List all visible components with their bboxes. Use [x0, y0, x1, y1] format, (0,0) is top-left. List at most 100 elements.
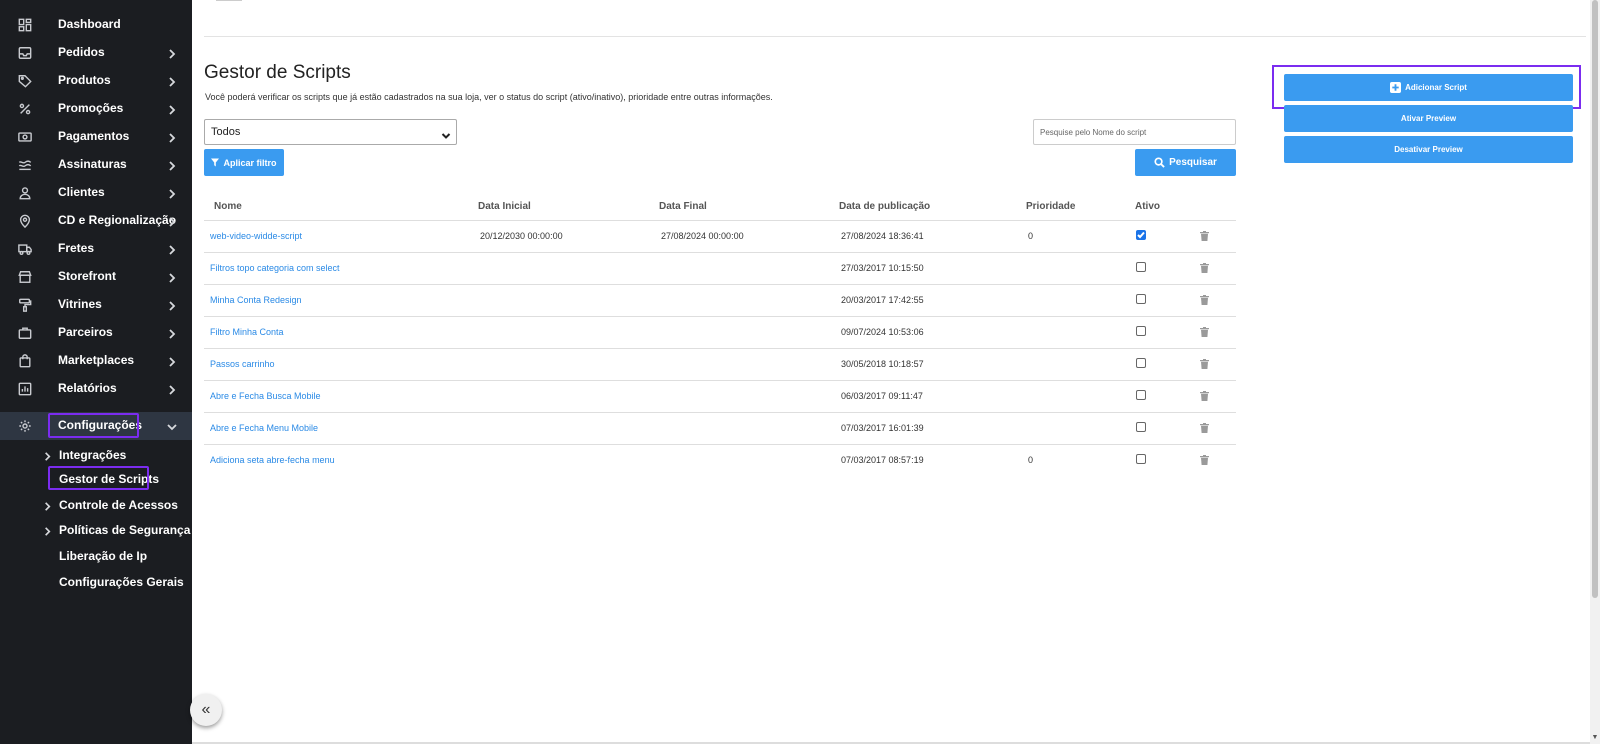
sidebar-item-label: Storefront	[58, 269, 116, 283]
store-icon	[17, 269, 33, 285]
row-divider	[204, 348, 1236, 349]
subscription-icon	[17, 157, 33, 173]
trash-icon[interactable]	[1200, 356, 1209, 369]
sidebar-item-storefront[interactable]: Storefront	[0, 263, 192, 291]
trash-icon[interactable]	[1200, 260, 1209, 273]
sidebar-item-pedidos[interactable]: Pedidos	[0, 39, 192, 67]
sidebar-subitem-politicas-de-seguranca[interactable]: Políticas de Segurança	[0, 519, 192, 541]
sidebar-item-marketplaces[interactable]: Marketplaces	[0, 347, 192, 375]
script-name-link[interactable]: Passos carrinho	[210, 359, 275, 369]
chevron-right-icon	[166, 327, 178, 339]
collapse-sidebar-button[interactable]: «	[190, 694, 222, 726]
active-checkbox[interactable]	[1136, 358, 1146, 368]
published-date: 09/07/2024 10:53:06	[841, 327, 924, 337]
active-checkbox[interactable]	[1136, 422, 1146, 432]
column-header-data-inicial[interactable]: Data Inicial	[478, 201, 531, 212]
script-name-link[interactable]: Abre e Fecha Menu Mobile	[210, 423, 318, 433]
active-checkbox[interactable]	[1136, 230, 1146, 240]
script-name-link[interactable]: Adiciona seta abre-fecha menu	[210, 455, 335, 465]
sidebar-item-clientes[interactable]: Clientes	[0, 179, 192, 207]
sidebar-subitem-liberacao-de-ip[interactable]: Liberação de Ip	[0, 545, 192, 567]
sidebar-subitem-gestor-de-scripts[interactable]: Gestor de Scripts	[0, 468, 192, 490]
published-date: 27/08/2024 18:36:41	[841, 231, 924, 241]
sidebar-item-label: Relatórios	[58, 381, 117, 395]
active-checkbox[interactable]	[1136, 454, 1146, 464]
row-divider	[204, 444, 1236, 445]
column-header-data-publicacao[interactable]: Data de publicação	[839, 201, 930, 212]
sidebar-item-label: Produtos	[58, 73, 111, 87]
chevron-right-icon	[166, 271, 178, 283]
chevron-right-icon	[166, 187, 178, 199]
sidebar-item-vitrines[interactable]: Vitrines	[0, 291, 192, 319]
search-button[interactable]: Pesquisar	[1135, 149, 1236, 176]
column-header-nome[interactable]: Nome	[214, 201, 242, 212]
inbox-icon	[17, 45, 33, 61]
active-checkbox[interactable]	[1136, 262, 1146, 272]
published-date: 06/03/2017 09:11:47	[841, 391, 923, 401]
sidebar-item-produtos[interactable]: Produtos	[0, 67, 192, 95]
search-input[interactable]	[1033, 119, 1236, 145]
status-filter-select[interactable]: Todos	[204, 119, 457, 145]
trash-icon[interactable]	[1200, 452, 1209, 465]
sidebar-item-configuracoes[interactable]: Configurações	[0, 412, 192, 440]
chevron-right-icon	[166, 243, 178, 255]
trash-icon[interactable]	[1200, 324, 1209, 337]
active-checkbox[interactable]	[1136, 326, 1146, 336]
gear-icon	[17, 418, 33, 434]
active-checkbox[interactable]	[1136, 294, 1146, 304]
chevron-right-icon	[166, 159, 178, 171]
sidebar-item-relatorios[interactable]: Relatórios	[0, 375, 192, 403]
chevron-right-icon	[42, 499, 53, 511]
sidebar-subitem-integracoes[interactable]: Integrações	[0, 444, 192, 466]
published-date: 27/03/2017 10:15:50	[841, 263, 924, 273]
sidebar-subitem-controle-de-acessos[interactable]: Controle de Acessos	[0, 494, 192, 516]
published-date: 07/03/2017 16:01:39	[841, 423, 924, 433]
trash-icon[interactable]	[1200, 228, 1209, 241]
deactivate-preview-button[interactable]: Desativar Preview	[1284, 136, 1573, 163]
scroll-down-arrow-icon[interactable]: ▼	[1591, 734, 1599, 742]
search-field[interactable]	[1034, 120, 1235, 144]
trash-icon[interactable]	[1200, 292, 1209, 305]
script-name-link[interactable]: web-video-widde-script	[210, 231, 302, 241]
activate-preview-button[interactable]: Ativar Preview	[1284, 105, 1573, 132]
active-checkbox[interactable]	[1136, 390, 1146, 400]
script-name-link[interactable]: Abre e Fecha Busca Mobile	[210, 391, 321, 401]
sidebar-item-assinaturas[interactable]: Assinaturas	[0, 151, 192, 179]
column-header-ativo[interactable]: Ativo	[1135, 201, 1160, 212]
chevron-right-icon	[166, 299, 178, 311]
sidebar-item-label: Clientes	[58, 185, 105, 199]
double-chevron-left-icon: «	[201, 701, 211, 718]
sidebar-item-cd-regionalizacao[interactable]: CD e Regionalização	[0, 207, 192, 235]
sidebar-item-label: Marketplaces	[58, 353, 135, 367]
sidebar-item-label: Dashboard	[58, 17, 121, 31]
sidebar-item-promocoes[interactable]: Promoções	[0, 95, 192, 123]
paint-roller-icon	[17, 297, 33, 313]
percent-icon	[17, 101, 33, 117]
column-header-prioridade[interactable]: Prioridade	[1026, 201, 1075, 212]
sidebar-subitem-configuracoes-gerais[interactable]: Configurações Gerais	[0, 571, 192, 593]
report-icon	[17, 381, 33, 397]
script-name-link[interactable]: Filtro Minha Conta	[210, 327, 284, 337]
apply-filter-button[interactable]: Aplicar filtro	[204, 149, 284, 176]
sidebar-item-label: Fretes	[58, 241, 95, 255]
published-date: 30/05/2018 10:18:57	[841, 359, 924, 369]
sidebar-item-dashboard[interactable]: Dashboard	[0, 11, 192, 39]
row-divider	[204, 252, 1236, 253]
column-header-data-final[interactable]: Data Final	[659, 201, 707, 212]
sidebar-item-parceiros[interactable]: Parceiros	[0, 319, 192, 347]
script-name-link[interactable]: Filtros topo categoria com select	[210, 263, 340, 273]
search-icon	[1154, 157, 1165, 168]
trash-icon[interactable]	[1200, 388, 1209, 401]
trash-icon[interactable]	[1200, 420, 1209, 433]
sidebar-item-fretes[interactable]: Fretes	[0, 235, 192, 263]
scrollbar-thumb[interactable]	[1592, 0, 1598, 598]
chevron-right-icon	[166, 131, 178, 143]
published-date: 07/03/2017 08:57:19	[841, 455, 924, 465]
chevron-right-icon	[166, 47, 178, 59]
page-scrollbar[interactable]: ▼	[1590, 0, 1600, 744]
sidebar-item-pagamentos[interactable]: Pagamentos	[0, 123, 192, 151]
script-name-link[interactable]: Minha Conta Redesign	[210, 295, 302, 305]
sidebar-item-label: Pedidos	[58, 45, 105, 59]
search-button-label: Pesquisar	[1169, 157, 1217, 168]
activate-preview-label: Ativar Preview	[1400, 114, 1457, 123]
